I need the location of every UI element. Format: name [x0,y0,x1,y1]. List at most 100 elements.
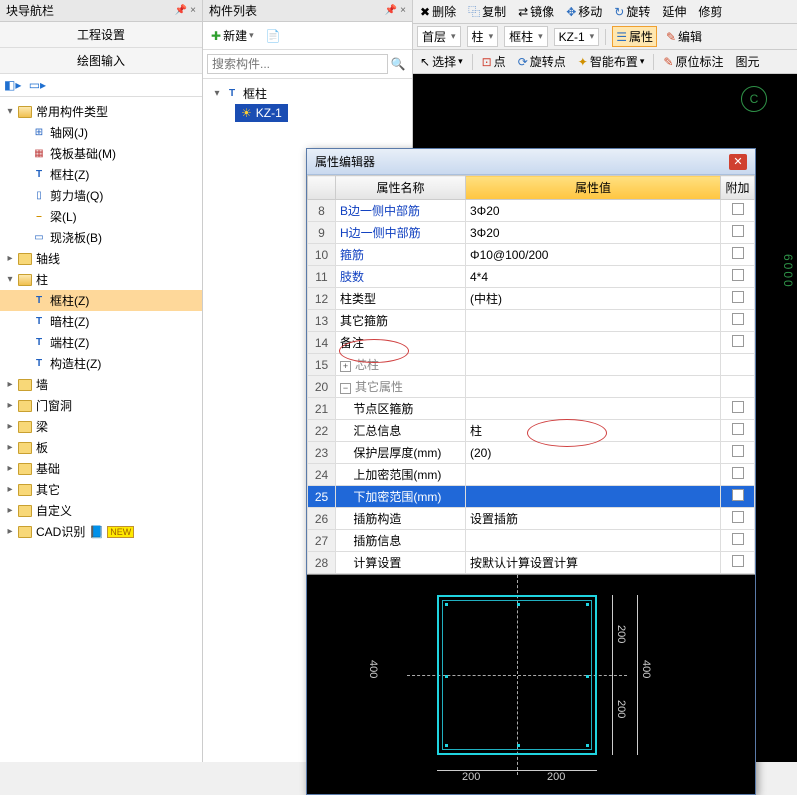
table-row[interactable]: 9H边一侧中部筋3Φ20 [308,222,755,244]
prop-extra[interactable] [721,508,755,530]
prop-extra[interactable] [721,244,755,266]
smart-button[interactable]: ✦智能布置▾ [575,52,648,71]
pin-icon[interactable]: 📌 × [175,5,196,16]
expand-icon[interactable]: ▸ [4,463,16,475]
prop-value[interactable]: 柱 [466,420,721,442]
prop-extra[interactable] [721,376,755,398]
expand-toggle[interactable]: − [340,383,351,394]
collapse-icon[interactable]: ▾ [4,274,16,286]
checkbox[interactable] [732,247,744,259]
prop-extra[interactable] [721,200,755,222]
tree-item-struct[interactable]: T构造柱(Z) [0,353,202,374]
diagram-button[interactable]: 图元 [732,52,762,71]
prop-value[interactable] [466,398,721,420]
type-dropdown[interactable]: 柱 [467,26,499,47]
close-button[interactable]: ✕ [729,154,747,170]
prop-extra[interactable] [721,332,755,354]
prop-extra[interactable] [721,310,755,332]
comp-item-kz1[interactable]: ☀KZ-1 [235,104,288,122]
rotpoint-button[interactable]: ⟳旋转点 [515,52,569,71]
expand-toggle[interactable]: + [340,361,351,372]
rotate-button[interactable]: ↻旋转 [611,2,653,21]
tree-item-shearwall[interactable]: ▯剪力墙(Q) [0,185,202,206]
comp-node-framecol[interactable]: ▾T框柱 [207,83,408,104]
search-icon[interactable]: 🔍 [388,54,408,74]
prop-value[interactable] [466,486,721,508]
prop-value[interactable]: Φ10@100/200 [466,244,721,266]
tree-item-dark[interactable]: T暗柱(Z) [0,311,202,332]
prop-value[interactable]: 3Φ20 [466,200,721,222]
prop-extra[interactable] [721,486,755,508]
dialog-titlebar[interactable]: 属性编辑器 ✕ [307,149,755,175]
table-row[interactable]: 20−其它属性 [308,376,755,398]
sub-title-draw[interactable]: 绘图输入 [0,48,202,74]
checkbox[interactable] [732,533,744,545]
checkbox[interactable] [732,489,744,501]
expand-icon[interactable]: ▸ [4,442,16,454]
expand-icon[interactable]: ▸ [4,379,16,391]
prop-value[interactable] [466,464,721,486]
property-button[interactable]: ☰属性 [612,26,657,47]
checkbox[interactable] [732,335,744,347]
expand-icon[interactable]: ▸ [4,253,16,265]
prop-value[interactable]: 设置插筋 [466,508,721,530]
expand-icon[interactable]: ▸ [4,526,16,538]
copy-button[interactable]: ⿻复制 [465,2,509,21]
tree-group-beam2[interactable]: ▸梁 [0,416,202,437]
prop-value[interactable]: (20) [466,442,721,464]
tree-group-wall[interactable]: ▸墙 [0,374,202,395]
tool-icon-2[interactable]: ▭▸ [29,78,46,92]
prop-value[interactable] [466,310,721,332]
collapse-icon[interactable]: ▾ [211,88,223,100]
table-row[interactable]: 13其它箍筋 [308,310,755,332]
tree-item-beam[interactable]: ⎯梁(L) [0,206,202,227]
tree-group-cad[interactable]: ▸CAD识别📘NEW [0,521,202,542]
tree-group-other[interactable]: ▸其它 [0,479,202,500]
checkbox[interactable] [732,203,744,215]
prop-extra[interactable] [721,222,755,244]
table-row[interactable]: 27 插筋信息 [308,530,755,552]
table-row[interactable]: 23 保护层厚度(mm)(20) [308,442,755,464]
instance-dropdown[interactable]: KZ-1 [554,28,600,46]
checkbox[interactable] [732,401,744,413]
trim-button[interactable]: 修剪 [695,2,725,21]
delete-button[interactable]: ✖删除 [417,2,459,21]
checkbox[interactable] [732,225,744,237]
prop-value[interactable] [466,332,721,354]
prop-extra[interactable] [721,530,755,552]
select-button[interactable]: ↖选择▾ [417,52,466,71]
prop-value[interactable]: 按默认计算设置计算 [466,552,721,574]
checkbox[interactable] [732,467,744,479]
prop-value[interactable] [466,354,721,376]
tree-group-column[interactable]: ▾柱 [0,269,202,290]
prop-extra[interactable] [721,266,755,288]
table-row[interactable]: 22 汇总信息柱 [308,420,755,442]
expand-icon[interactable]: ▸ [4,484,16,496]
extend-button[interactable]: 延伸 [659,2,689,21]
table-row[interactable]: 14备注 [308,332,755,354]
table-row[interactable]: 10箍筋Φ10@100/200 [308,244,755,266]
collapse-icon[interactable]: ▾ [4,106,16,118]
new-button[interactable]: ✚新建▾ [207,25,258,46]
prop-value[interactable]: 3Φ20 [466,222,721,244]
tree-group-axis[interactable]: ▸轴线 [0,248,202,269]
prop-value[interactable] [466,376,721,398]
prop-extra[interactable] [721,354,755,376]
search-input[interactable] [207,54,388,74]
edit-button[interactable]: ✎编辑 [663,27,705,46]
table-row[interactable]: 8B边一侧中部筋3Φ20 [308,200,755,222]
table-row[interactable]: 25 下加密范围(mm) [308,486,755,508]
tree-item-kz[interactable]: T框柱(Z) [0,290,202,311]
expand-icon[interactable]: ▸ [4,505,16,517]
tree-item-raft[interactable]: ▦筏板基础(M) [0,143,202,164]
expand-icon[interactable]: ▸ [4,400,16,412]
point-button[interactable]: ⊡点 [479,52,509,71]
table-row[interactable]: 24 上加密范围(mm) [308,464,755,486]
tree-item-axisnet[interactable]: ⊞轴网(J) [0,122,202,143]
sub-title-project[interactable]: 工程设置 [0,22,202,48]
mirror-button[interactable]: ⇄镜像 [515,2,557,21]
prop-extra[interactable] [721,420,755,442]
checkbox[interactable] [732,291,744,303]
subtype-dropdown[interactable]: 框柱 [504,26,548,47]
tree-group-custom[interactable]: ▸自定义 [0,500,202,521]
